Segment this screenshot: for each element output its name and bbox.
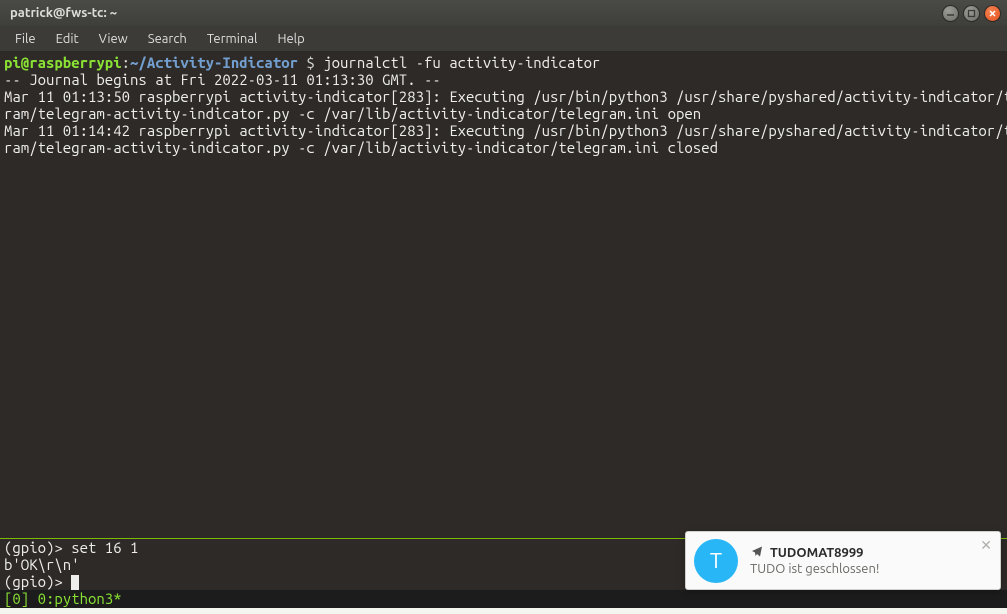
terminal-pane-upper[interactable]: pi@raspberrypi:~/Activity-Indicator $ jo… <box>0 52 1007 538</box>
journal-line: Mar 11 01:14:42 raspberrypi activity-ind… <box>4 122 1007 139</box>
notification-avatar-letter: T <box>710 548 722 573</box>
tmux-status-text: [0] 0:python3* <box>4 590 122 607</box>
window-title: patrick@fws-tc: ~ <box>10 6 942 20</box>
menu-terminal[interactable]: Terminal <box>198 29 267 49</box>
journal-line: -- Journal begins at Fri 2022-03-11 01:1… <box>4 71 441 88</box>
close-button[interactable] <box>984 5 1001 22</box>
notification-message: TUDO ist geschlossen! <box>750 562 990 576</box>
gpio-line: (gpio)> set 16 1 <box>4 539 138 556</box>
prompt-colon: : <box>122 54 130 71</box>
maximize-button[interactable] <box>963 5 980 22</box>
menubar: File Edit View Search Terminal Help <box>0 26 1007 52</box>
notification-popup[interactable]: T TUDOMAT8999 TUDO ist geschlossen! ✕ <box>685 531 1001 590</box>
journal-line: ram/telegram-activity-indicator.py -c /v… <box>4 105 701 122</box>
menu-search[interactable]: Search <box>139 29 196 49</box>
prompt-cwd: ~/Activity-Indicator <box>130 54 298 71</box>
menu-help[interactable]: Help <box>268 29 313 49</box>
gpio-prompt: (gpio)> <box>4 573 71 590</box>
window-titlebar: patrick@fws-tc: ~ <box>0 0 1007 26</box>
menu-edit[interactable]: Edit <box>47 29 88 49</box>
prompt-command: journalctl -fu activity-indicator <box>323 54 600 71</box>
notification-avatar: T <box>694 539 738 583</box>
minimize-button[interactable] <box>942 5 959 22</box>
notification-body: TUDOMAT8999 TUDO ist geschlossen! <box>750 545 990 576</box>
notification-sender: TUDOMAT8999 <box>770 546 863 560</box>
prompt-sigil: $ <box>298 54 323 71</box>
window-buttons <box>942 5 1001 22</box>
journal-line: ram/telegram-activity-indicator.py -c /v… <box>4 139 718 156</box>
menu-view[interactable]: View <box>90 29 137 49</box>
telegram-icon <box>750 545 764 560</box>
prompt-userhost: pi@raspberrypi <box>4 54 122 71</box>
tmux-status-line: [0] 0:python3* <box>0 590 1007 608</box>
journal-line: Mar 11 01:13:50 raspberrypi activity-ind… <box>4 88 1007 105</box>
terminal-cursor <box>71 575 79 590</box>
desktop-footer <box>0 608 1007 614</box>
gpio-line: b'OK\r\n' <box>4 556 80 573</box>
menu-file[interactable]: File <box>6 29 45 49</box>
notification-close-button[interactable]: ✕ <box>980 538 992 552</box>
